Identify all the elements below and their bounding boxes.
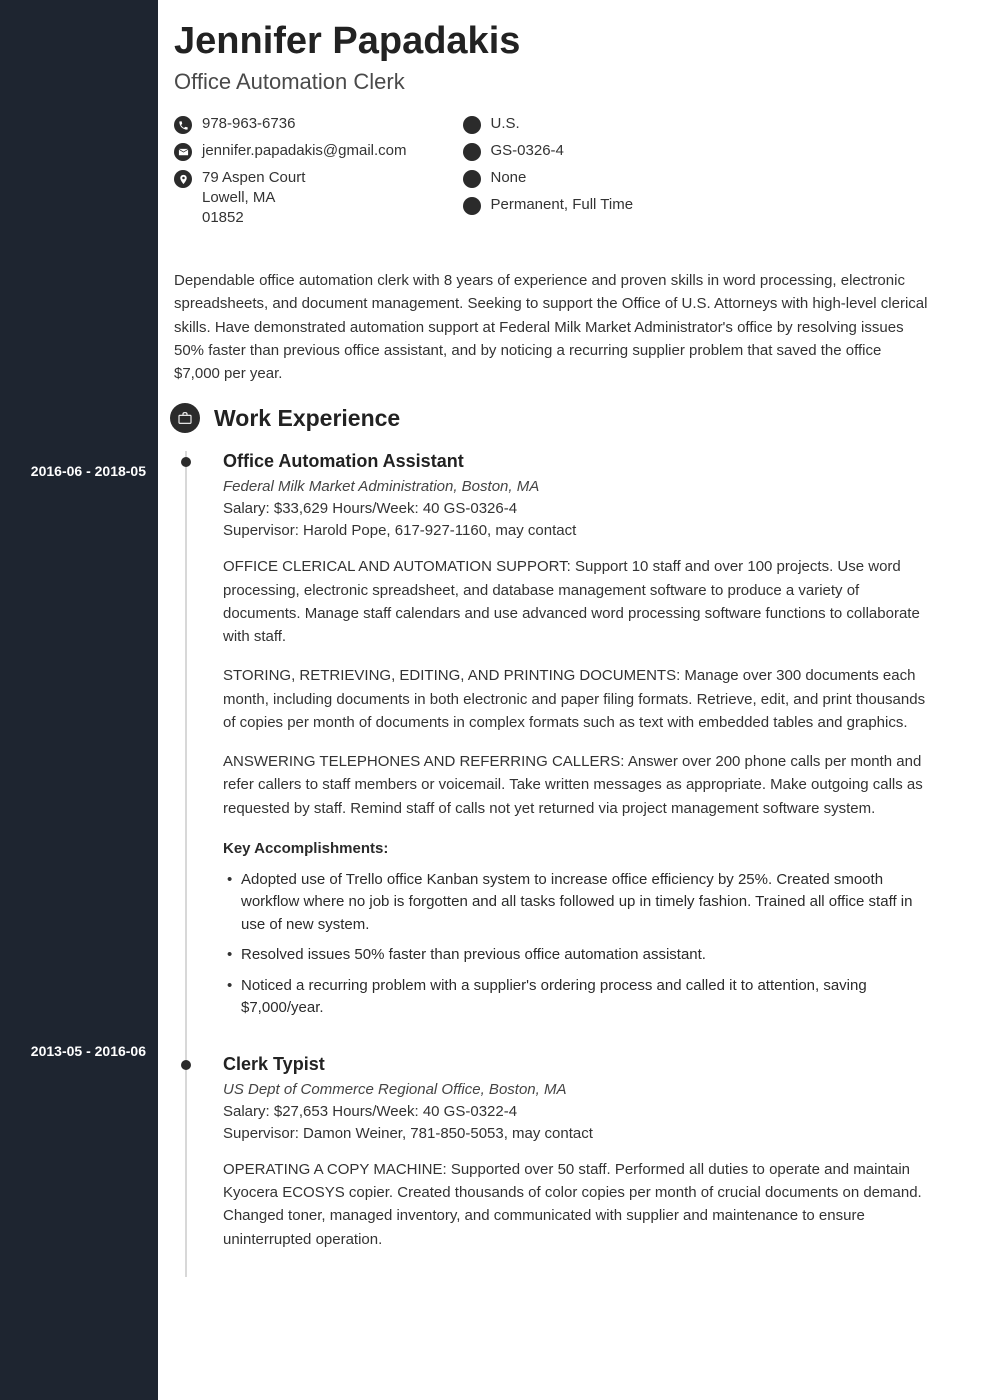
supervisor-line: Supervisor: Harold Pope, 617-927-1160, m… (223, 522, 930, 539)
main-content: Jennifer Papadakis Office Automation Cle… (158, 0, 990, 1400)
person-title: Office Automation Clerk (174, 69, 930, 95)
employer: Federal Milk Market Administration, Bost… (223, 478, 930, 495)
email-item: jennifer.papadakis@gmail.com (174, 142, 407, 161)
list-item: Adopted use of Trello office Kanban syst… (227, 869, 930, 937)
job-paragraph: OFFICE CLERICAL AND AUTOMATION SUPPORT: … (223, 555, 930, 648)
job-entry: Clerk Typist US Dept of Commerce Regiona… (223, 1054, 930, 1277)
accomplishments-list: Adopted use of Trello office Kanban syst… (223, 869, 930, 1020)
phone-item: 978-963-6736 (174, 115, 407, 134)
resume-page: 2016-06 - 2018-05 2013-05 - 2016-06 Jenn… (0, 0, 990, 1400)
job-meta: Salary: $33,629 Hours/Week: 40 GS-0326-4 (223, 500, 930, 517)
sidebar: 2016-06 - 2018-05 2013-05 - 2016-06 (0, 0, 158, 1400)
timeline: Office Automation Assistant Federal Milk… (185, 451, 930, 1277)
address-lines: 79 Aspen Court Lowell, MA 01852 (202, 169, 305, 229)
list-item: Noticed a recurring problem with a suppl… (227, 975, 930, 1020)
phone-icon (174, 116, 192, 134)
person-name: Jennifer Papadakis (174, 20, 930, 63)
key-accomplishments-heading: Key Accomplishments: (223, 840, 930, 857)
contact-left: 978-963-6736 jennifer.papadakis@gmail.co… (174, 115, 407, 229)
veterans-pref-item: None (463, 169, 634, 188)
list-item: Resolved issues 50% faster than previous… (227, 944, 930, 967)
section-title: Work Experience (214, 405, 400, 432)
series-item: GS-0326-4 (463, 142, 634, 161)
contact-row: 978-963-6736 jennifer.papadakis@gmail.co… (174, 115, 930, 229)
email-icon (174, 143, 192, 161)
contact-right: U.S. GS-0326-4 None Permanent, Full Time (463, 115, 634, 229)
employer: US Dept of Commerce Regional Office, Bos… (223, 1081, 930, 1098)
job-entry: Office Automation Assistant Federal Milk… (223, 451, 930, 1054)
job-paragraph: STORING, RETRIEVING, EDITING, AND PRINTI… (223, 664, 930, 734)
bullet-icon (463, 170, 481, 188)
address-item: 79 Aspen Court Lowell, MA 01852 (174, 169, 407, 229)
phone-text: 978-963-6736 (202, 115, 295, 132)
location-icon (174, 170, 192, 188)
email-text: jennifer.papadakis@gmail.com (202, 142, 407, 159)
citizenship-item: U.S. (463, 115, 634, 134)
summary-text: Dependable office automation clerk with … (174, 269, 930, 385)
bullet-icon (463, 143, 481, 161)
bullet-icon (463, 116, 481, 134)
job-paragraph: ANSWERING TELEPHONES AND REFERRING CALLE… (223, 750, 930, 820)
briefcase-icon (170, 403, 200, 433)
job-title: Office Automation Assistant (223, 451, 930, 472)
supervisor-line: Supervisor: Damon Weiner, 781-850-5053, … (223, 1125, 930, 1142)
job-title: Clerk Typist (223, 1054, 930, 1075)
job-meta: Salary: $27,653 Hours/Week: 40 GS-0322-4 (223, 1103, 930, 1120)
job-paragraph: OPERATING A COPY MACHINE: Supported over… (223, 1158, 930, 1251)
appointment-item: Permanent, Full Time (463, 196, 634, 215)
bullet-icon (463, 197, 481, 215)
section-header: Work Experience (170, 403, 930, 433)
